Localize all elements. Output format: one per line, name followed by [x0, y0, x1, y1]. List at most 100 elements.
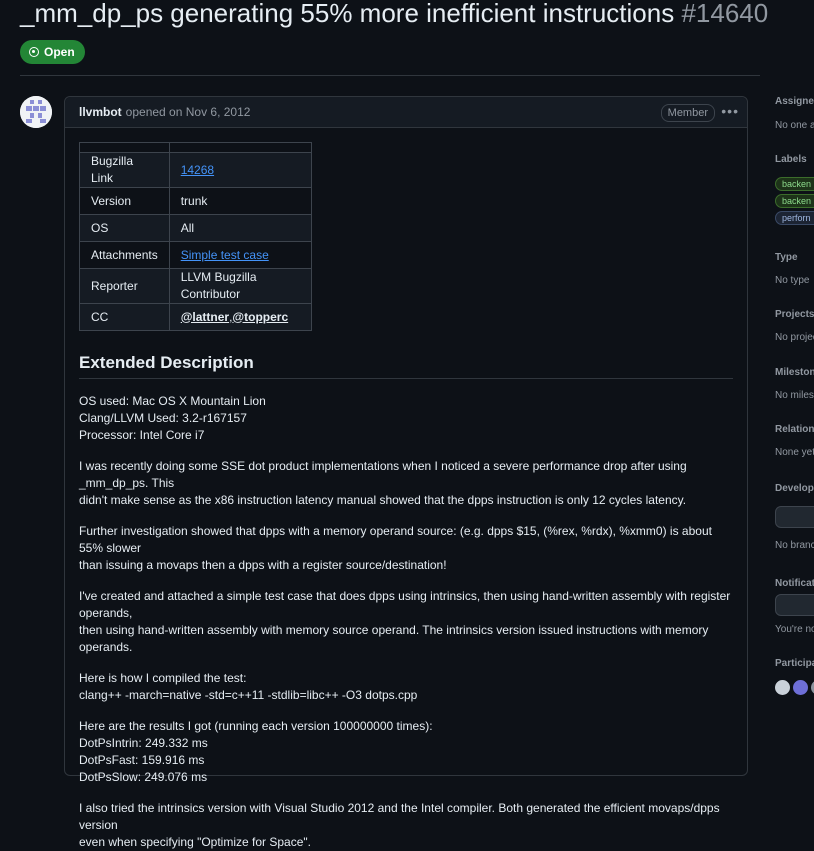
sidebar-heading: Projects [775, 309, 814, 320]
mention-link[interactable]: @lattner [181, 310, 229, 324]
create-branch-button[interactable] [775, 506, 814, 528]
paragraph-line: Further investigation showed that dpps w… [79, 524, 712, 555]
issue-title-text: _mm_dp_ps generating 55% more inefficien… [20, 0, 675, 28]
bugzilla-meta-table: Bugzilla Link 14268 Version trunk OS All Attac… [79, 142, 312, 331]
sidebar-projects[interactable]: Projects No projec [775, 309, 814, 343]
sidebar-value: No milest [775, 390, 814, 401]
paragraph: OS used: Mac OS X Mountain Lion Clang/LLV… [79, 393, 733, 444]
sidebar-type[interactable]: Type No type [775, 252, 814, 286]
table-row: Attachments Simple test case [79, 241, 312, 269]
table-header-row [79, 142, 312, 153]
sidebar-heading: Notificatio [775, 578, 814, 589]
paragraph: I was recently doing some SSE dot produc… [79, 458, 733, 509]
paragraph-line: I've created and attached a simple test … [79, 589, 731, 620]
paragraph-line: Here are the results I got (running each… [79, 719, 433, 733]
label-list: backen backen perforn [775, 177, 814, 225]
sidebar-heading: Labels [775, 154, 807, 165]
comment-body: Bugzilla Link 14268 Version trunk OS All Attac… [65, 128, 747, 851]
paragraph-line: I was recently doing some SSE dot produc… [79, 459, 687, 490]
comment-header: llvmbot opened on Nov 6, 2012 Member ••• [65, 97, 747, 128]
paragraph: Here are the results I got (running each… [79, 718, 733, 786]
sidebar-value: No one a [775, 120, 814, 131]
author-role-badge: Member [660, 104, 715, 122]
issue-label[interactable]: perforn [775, 211, 814, 225]
participant-avatar[interactable] [793, 680, 808, 695]
header-divider [20, 75, 760, 76]
comment-timestamp[interactable]: opened on Nov 6, 2012 [126, 105, 251, 119]
sidebar-value: None yet [775, 447, 814, 458]
table-row: Reporter LLVM Bugzilla Contributor [79, 268, 312, 304]
sidebar-heading: Type [775, 252, 798, 263]
author-avatar[interactable] [20, 96, 52, 128]
sidebar-notifications[interactable]: Notificatio You're no [775, 578, 814, 635]
paragraph-line: I also tried the intrinsics version with… [79, 801, 720, 832]
issue-label[interactable]: backen [775, 177, 814, 191]
sidebar-heading: Developm [775, 483, 814, 494]
table-cell-link[interactable]: 14268 [181, 163, 214, 177]
kebab-horizontal-icon[interactable]: ••• [721, 104, 739, 118]
sidebar-participants: Participan [775, 658, 814, 695]
identicon-icon [20, 96, 52, 128]
table-cell-key: Bugzilla Link [79, 152, 170, 188]
section-heading: Extended Description [79, 354, 733, 379]
sidebar-labels[interactable]: Labels backen backen perforn [775, 154, 814, 228]
sidebar-value: No branc [775, 540, 814, 551]
sidebar-development[interactable]: Developm No branc [775, 483, 814, 551]
sidebar-assignees[interactable]: Assignee No one a [775, 96, 814, 131]
sidebar-value: You're no [775, 624, 814, 635]
table-cell-key: Reporter [79, 268, 170, 304]
sidebar-value: No projec [775, 332, 814, 343]
table-cell-value: All [168, 214, 312, 242]
table-row: CC @lattner,@topperc [79, 303, 312, 331]
sidebar-milestone[interactable]: Milestone No milest [775, 367, 814, 401]
paragraph-line: than issuing a movaps then a dpps with a… [79, 558, 447, 572]
table-row: Version trunk [79, 187, 312, 215]
paragraph-line: didn't make sense as the x86 instruction… [79, 493, 687, 507]
mention-link[interactable]: @topperc [232, 310, 288, 324]
sidebar-heading: Assignee [775, 96, 814, 107]
table-cell-value: trunk [168, 187, 312, 215]
participant-avatar[interactable] [775, 680, 790, 695]
table-cell-key: OS [79, 214, 170, 242]
paragraph-line: OS used: Mac OS X Mountain Lion [79, 394, 266, 408]
issue-label[interactable]: backen [775, 194, 814, 208]
comment-author-link[interactable]: llvmbot [79, 105, 122, 119]
participant-avatars [775, 680, 814, 695]
table-cell-value: LLVM Bugzilla Contributor [168, 268, 312, 304]
paragraph: I've created and attached a simple test … [79, 588, 733, 656]
table-cell-value: Simple test case [168, 241, 312, 269]
table-cell-value: 14268 [168, 152, 312, 188]
sidebar-relationships[interactable]: Relations None yet [775, 424, 814, 458]
issue-number: #14640 [681, 0, 769, 28]
paragraph: Further investigation showed that dpps w… [79, 523, 733, 574]
sidebar-value: No type [775, 275, 810, 286]
sidebar-heading: Milestone [775, 367, 814, 378]
paragraph-line: DotPsFast: 159.916 ms [79, 753, 205, 767]
paragraph: I also tried the intrinsics version with… [79, 800, 733, 851]
issue-state-label: Open [44, 45, 75, 59]
table-cell-value: @lattner,@topperc [168, 303, 312, 331]
issue-opened-icon [29, 47, 39, 57]
paragraph-line: clang++ -march=native -std=c++11 -stdlib… [79, 688, 418, 702]
sidebar-heading: Relations [775, 424, 814, 435]
issue-title: _mm_dp_ps generating 55% more inefficien… [20, 0, 768, 30]
table-cell-key: Attachments [79, 241, 170, 269]
paragraph-line: DotPsIntrin: 249.332 ms [79, 736, 208, 750]
table-cell-link[interactable]: Simple test case [181, 248, 269, 262]
paragraph: Here is how I compiled the test: clang++ … [79, 670, 733, 704]
paragraph-line: Here is how I compiled the test: [79, 671, 247, 685]
description-text: OS used: Mac OS X Mountain Lion Clang/LLV… [79, 393, 733, 851]
paragraph-line: Processor: Intel Core i7 [79, 428, 205, 442]
table-cell-key: Version [79, 187, 170, 215]
paragraph-line: DotPsSlow: 249.076 ms [79, 770, 208, 784]
sidebar-heading: Participan [775, 658, 814, 669]
issue-state-badge: Open [20, 40, 85, 64]
table-cell-key: CC [79, 303, 170, 331]
subscribe-button[interactable] [775, 594, 814, 616]
paragraph-line: even when specifying "Optimize for Space… [79, 835, 311, 849]
paragraph-line: Clang/LLVM Used: 3.2-r167157 [79, 411, 247, 425]
paragraph-line: then using hand-written assembly with me… [79, 623, 709, 654]
table-row: OS All [79, 214, 312, 242]
table-row: Bugzilla Link 14268 [79, 152, 312, 188]
issue-body-comment: llvmbot opened on Nov 6, 2012 Member •••… [64, 96, 748, 849]
